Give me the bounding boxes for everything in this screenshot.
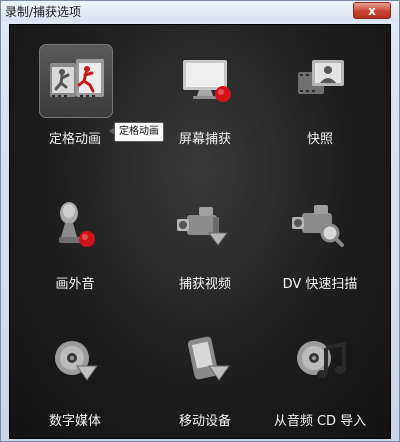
option-digital-media[interactable]: 数字媒体 [25, 312, 115, 429]
snapshot-icon [298, 60, 344, 94]
close-button[interactable]: x [353, 2, 391, 19]
option-label: 移动设备 [178, 414, 231, 429]
option-label: 快照 [306, 132, 333, 147]
option-voiceover[interactable]: 画外音 [25, 175, 115, 292]
option-label: 从音频 CD 导入 [273, 414, 367, 429]
option-label: 捕获视频 [178, 277, 231, 292]
options-panel: 定格动画 定格动画 屏幕捕获 快照 画外音 捕获视频 DV 快速扫描 数字媒体 … [9, 24, 391, 439]
option-label: 屏幕捕获 [178, 132, 231, 147]
title-bar[interactable]: 录制/捕获选项 x [1, 1, 399, 21]
option-snapshot[interactable]: 快照 [270, 30, 360, 147]
option-dv-quick-scan[interactable]: DV 快速扫描 [270, 175, 360, 292]
mobile-device-icon [187, 336, 230, 381]
voiceover-mic-icon [59, 202, 95, 247]
window-title: 录制/捕获选项 [5, 5, 82, 19]
screen-capture-icon [183, 60, 231, 102]
stop-motion-icon [50, 59, 104, 97]
import-audio-cd-icon [297, 341, 346, 378]
capture-options-window: 录制/捕获选项 x 定格动画 定格动画 屏幕捕获 快照 画外音 捕获视频 DV … [0, 0, 400, 442]
digital-media-icon [55, 341, 98, 381]
option-stop-motion[interactable]: 定格动画 定格动画 [25, 30, 164, 147]
dv-quick-scan-icon [292, 205, 344, 247]
option-screen-capture[interactable]: 屏幕捕获 [155, 30, 245, 147]
option-mobile-device[interactable]: 移动设备 [155, 312, 245, 429]
option-label: DV 快速扫描 [282, 277, 358, 292]
option-label: 画外音 [55, 277, 95, 292]
option-label: 数字媒体 [48, 414, 101, 429]
capture-video-icon [177, 207, 228, 246]
option-capture-video[interactable]: 捕获视频 [155, 175, 245, 292]
option-import-audio-cd[interactable]: 从音频 CD 导入 [270, 312, 366, 429]
